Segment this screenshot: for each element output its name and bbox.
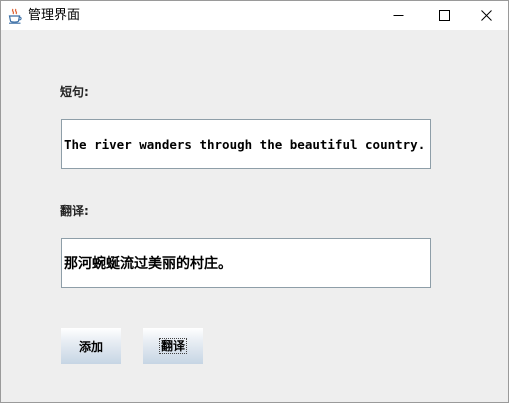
sentence-label: 短句: (60, 85, 89, 99)
maximize-button[interactable] (421, 1, 467, 30)
minimize-icon (393, 15, 404, 16)
translate-button[interactable]: 翻译 (143, 328, 203, 364)
translation-field[interactable]: 那河蜿蜒流过美丽的村庄。 (61, 238, 431, 288)
translation-label: 翻译: (60, 204, 89, 218)
window-title: 管理界面 (28, 8, 81, 23)
java-coffee-cup-icon (8, 8, 22, 24)
close-icon (481, 10, 492, 21)
sentence-field[interactable]: The river wanders through the beautiful … (61, 119, 431, 169)
translate-button-label: 翻译 (158, 338, 188, 354)
minimize-button[interactable] (375, 1, 421, 30)
close-button[interactable] (463, 1, 509, 30)
maximize-icon (439, 10, 450, 21)
title-bar[interactable]: 管理界面 (1, 1, 508, 30)
add-button-label: 添加 (78, 339, 103, 354)
app-window: 管理界面 短句: The river wanders through the b… (0, 0, 509, 403)
add-button[interactable]: 添加 (61, 328, 121, 364)
